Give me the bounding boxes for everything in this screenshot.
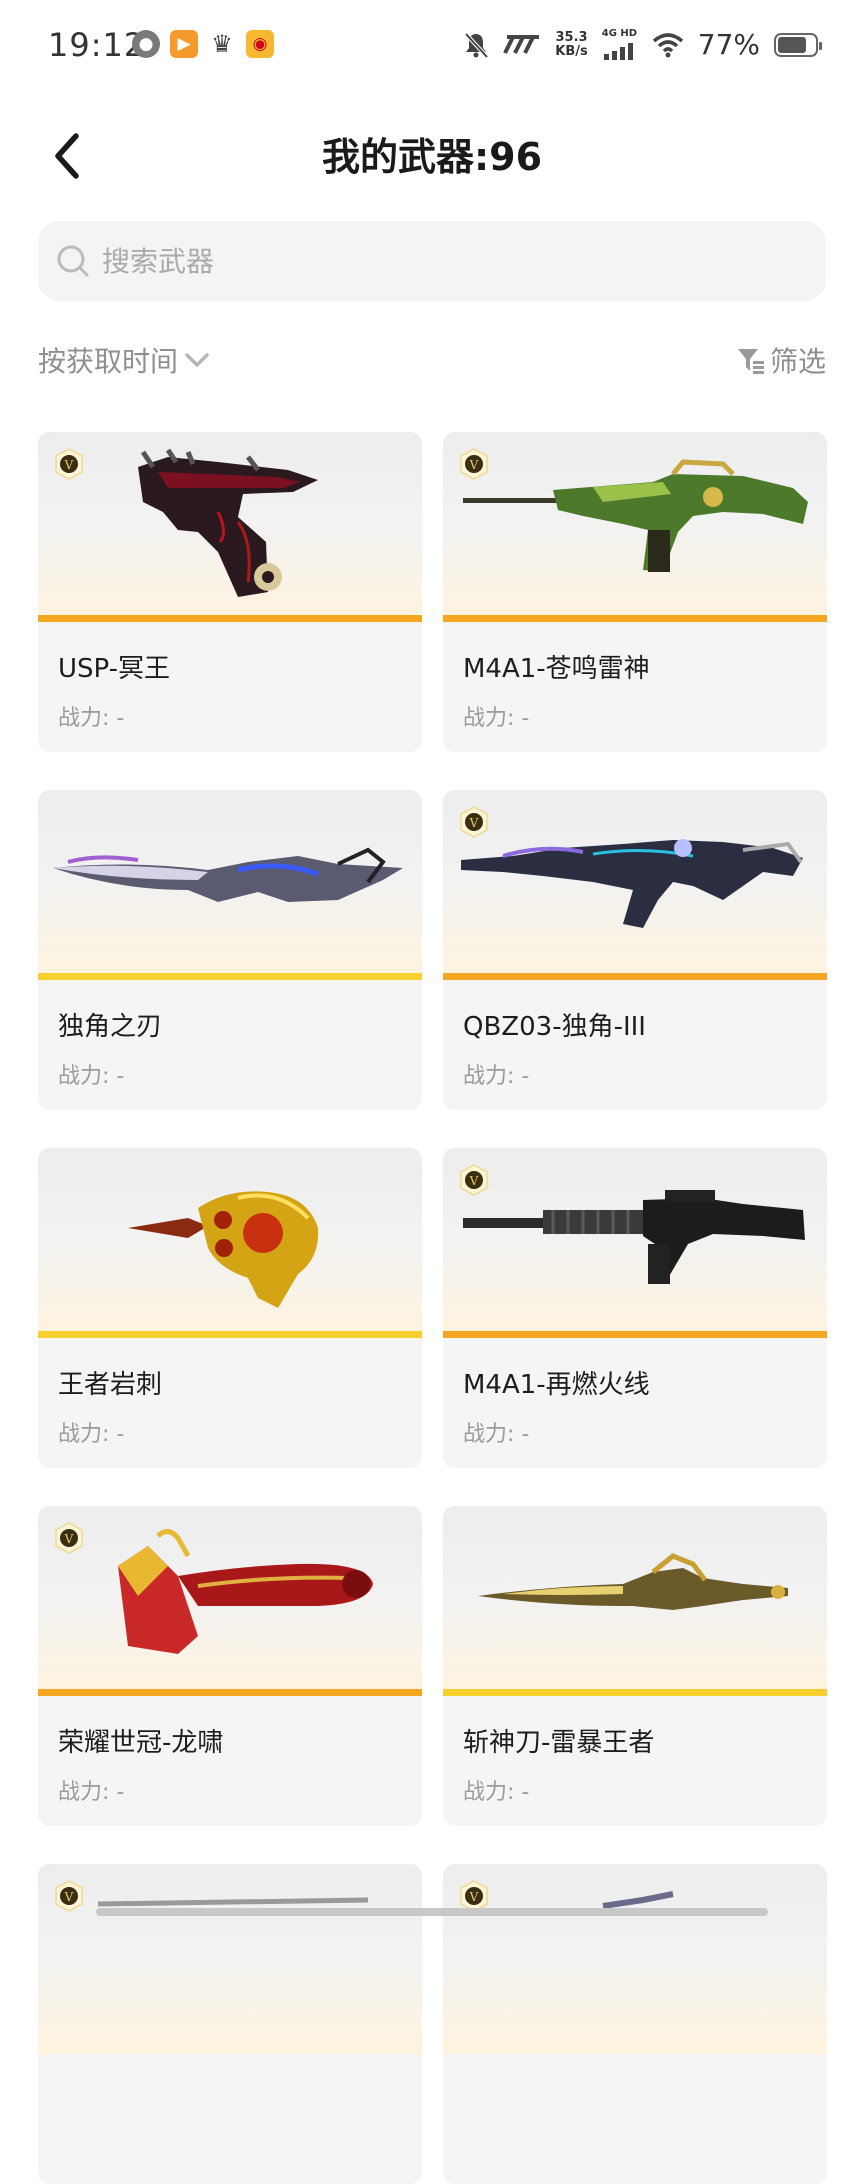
- weapon-power: 战力: -: [58, 1780, 125, 1805]
- hd-voice-icon: [503, 34, 540, 54]
- weapon-card[interactable]: V M4A1-苍鸣雷神 战力: -: [443, 432, 827, 752]
- battery-icon: [774, 32, 822, 57]
- knuckle-blade-image: [128, 1191, 319, 1308]
- page-title: 我的武器:96: [321, 135, 543, 179]
- sort-label: 按获取时间: [38, 345, 179, 378]
- net-speed-unit: KB/s: [555, 43, 588, 59]
- search-bar[interactable]: [38, 221, 826, 301]
- svg-text:V: V: [64, 458, 74, 472]
- weapon-image-area: V: [443, 1864, 827, 2054]
- weapon-name: 斩神刀-雷暴王者: [463, 1728, 655, 1758]
- filter-label: 筛选: [769, 345, 826, 378]
- weapon-power: 战力: -: [463, 706, 530, 731]
- home-indicator[interactable]: [96, 1908, 768, 1916]
- weapon-image-area: V: [38, 1864, 422, 2054]
- weapon-image-area: [38, 1148, 422, 1338]
- chevron-down-icon: [185, 353, 209, 367]
- weapon-card[interactable]: V 荣耀世冠-龙啸 战力: -: [38, 1506, 422, 1826]
- svg-text:V: V: [469, 816, 479, 830]
- svg-text:V: V: [469, 1174, 479, 1188]
- wifi-icon: [652, 32, 683, 57]
- svg-text:V: V: [64, 1532, 74, 1546]
- sword-image: [478, 1553, 788, 1610]
- vip-badge-icon: V: [55, 448, 83, 480]
- weapon-image-area: [443, 1506, 827, 1696]
- weapon-card[interactable]: 独角之刃 战力: -: [38, 790, 422, 1110]
- weapon-power: 战力: -: [58, 706, 125, 731]
- sort-dropdown[interactable]: 按获取时间: [38, 340, 212, 380]
- weapon-image: [602, 1891, 674, 1909]
- rarity-stripe: [38, 1331, 422, 1338]
- weapon-card[interactable]: 斩神刀-雷暴王者 战力: -: [443, 1506, 827, 1826]
- weapon-card[interactable]: V USP-冥王 战力: -: [38, 432, 422, 752]
- weapon-card[interactable]: V QBZ03-独角-III 战力: -: [443, 790, 827, 1110]
- battery-percent: 77%: [697, 28, 760, 61]
- rarity-stripe: [38, 1689, 422, 1696]
- signal-label: 4G HD: [601, 27, 638, 39]
- video-app-icon: ▶: [170, 30, 198, 58]
- sort-filter-bar: 按获取时间 筛选: [38, 340, 826, 384]
- weapon-image-area: [38, 790, 422, 980]
- status-bar: 19:12 ● ▶ ♛ ◉ 35.3 KB/s 4G HD 77%: [0, 0, 864, 96]
- vip-badge-icon: V: [460, 448, 488, 480]
- weapon-power: 战力: -: [463, 1064, 530, 1089]
- weapon-power: 战力: -: [463, 1422, 530, 1447]
- status-time: 19:12: [48, 26, 146, 64]
- weapon-name: M4A1-再燃火线: [463, 1370, 650, 1400]
- crown-icon: ♛: [211, 30, 233, 58]
- wechat-icon: ●: [132, 30, 160, 58]
- net-speed-value: 35.3: [555, 29, 588, 45]
- weapon-power: 战力: -: [58, 1422, 125, 1447]
- axe-image: [118, 1529, 373, 1654]
- network-speed: 35.3 KB/s: [555, 29, 588, 59]
- search-icon: [57, 245, 89, 277]
- blade-image: [53, 847, 403, 902]
- rarity-stripe: [443, 615, 827, 622]
- filter-button[interactable]: 筛选: [736, 340, 826, 380]
- weapon-image-area: V: [443, 790, 827, 980]
- rifle-image: [463, 459, 808, 572]
- search-input[interactable]: [100, 243, 784, 279]
- weapon-name: 独角之刃: [58, 1012, 163, 1042]
- notification-icons: ● ▶ ♛ ◉: [132, 30, 274, 58]
- weapon-power: 战力: -: [58, 1064, 125, 1089]
- vip-badge-icon: V: [460, 806, 488, 838]
- weapon-name: 荣耀世冠-龙啸: [58, 1728, 224, 1758]
- weapon-image-area: V: [38, 1506, 422, 1696]
- rifle-image: [463, 1190, 805, 1284]
- rarity-stripe: [38, 615, 422, 622]
- rarity-stripe: [443, 1689, 827, 1696]
- weibo-icon: ◉: [246, 30, 274, 58]
- weapon-name: USP-冥王: [58, 654, 171, 684]
- weapon-name: M4A1-苍鸣雷神: [463, 654, 650, 684]
- weapon-image: [97, 1897, 369, 1907]
- signal-bars-icon: [603, 42, 633, 60]
- weapon-name: QBZ03-独角-III: [463, 1012, 646, 1042]
- vip-badge-icon: V: [460, 1164, 488, 1196]
- mute-bell-icon: [464, 32, 489, 58]
- weapon-image-area: V: [443, 1148, 827, 1338]
- rifle-image: [461, 839, 803, 928]
- weapon-image-area: V: [443, 432, 827, 622]
- rarity-stripe: [443, 973, 827, 980]
- pistol-image: [138, 448, 318, 597]
- rarity-stripe: [443, 1331, 827, 1338]
- weapon-name: 王者岩刺: [58, 1370, 163, 1400]
- rarity-stripe: [38, 973, 422, 980]
- vip-badge-icon: V: [55, 1522, 83, 1554]
- weapon-image-area: V: [38, 432, 422, 622]
- weapon-card[interactable]: 王者岩刺 战力: -: [38, 1148, 422, 1468]
- system-icons: 35.3 KB/s 4G HD 77%: [463, 27, 822, 61]
- weapon-card[interactable]: V M4A1-再燃火线 战力: -: [443, 1148, 827, 1468]
- weapon-power: 战力: -: [463, 1780, 530, 1805]
- svg-text:V: V: [469, 458, 479, 472]
- cell-signal: 4G HD: [601, 27, 638, 60]
- filter-icon: [737, 349, 764, 374]
